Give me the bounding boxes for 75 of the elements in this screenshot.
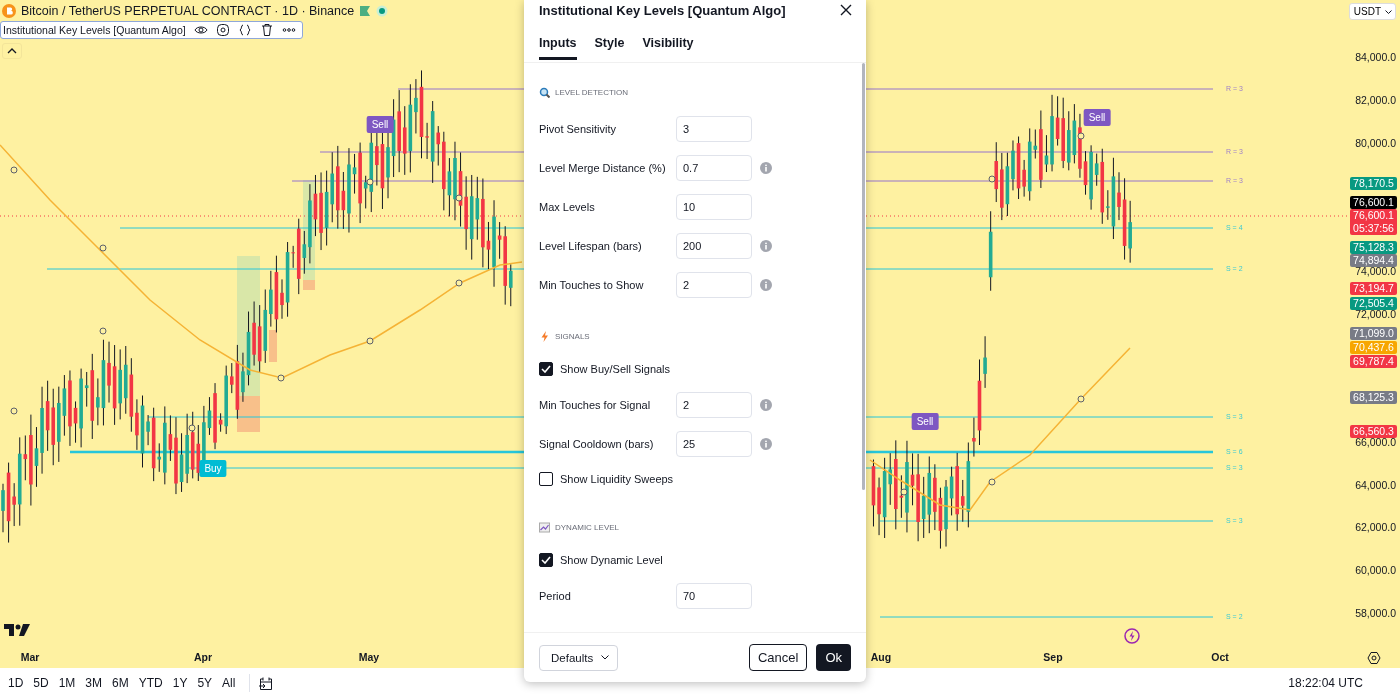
- tab[interactable]: Style: [594, 26, 625, 60]
- price-tag: 76,600.1: [1350, 196, 1397, 209]
- number-input[interactable]: 200: [676, 232, 752, 259]
- range-button[interactable]: 6M: [108, 676, 133, 690]
- checkbox-label: Show Buy/Sell Signals: [560, 363, 671, 375]
- range-button[interactable]: 1Y: [168, 676, 192, 690]
- number-input[interactable]: 2: [676, 271, 752, 298]
- range-button[interactable]: 5Y: [193, 676, 217, 690]
- price-label: 66,000.0: [1355, 436, 1396, 448]
- price-label: 58,000.0: [1355, 607, 1396, 619]
- section-title: DYNAMIC LEVEL: [555, 522, 620, 532]
- date-label: Mar: [20, 651, 40, 663]
- number-input[interactable]: 3: [676, 115, 752, 142]
- buy-signal-label: Buy: [199, 460, 227, 477]
- price-tag: 72,505.4: [1350, 297, 1397, 310]
- number-input[interactable]: 25: [676, 430, 752, 457]
- checkbox-label: Show Dynamic Level: [560, 554, 663, 566]
- sell-signal-label: Sell: [366, 116, 394, 133]
- range-button[interactable]: 1M: [54, 676, 80, 690]
- range-button[interactable]: 1D: [4, 676, 28, 690]
- currency-dropdown[interactable]: USDT: [1348, 3, 1396, 20]
- price-label: 82,000.0: [1355, 94, 1396, 106]
- price-label: 84,000.0: [1355, 51, 1396, 63]
- date-label: Aug: [870, 651, 892, 663]
- sell-signal-label: Sell: [911, 413, 939, 430]
- price-tag: 70,437.6: [1350, 341, 1397, 354]
- price-label: 80,000.0: [1355, 137, 1396, 149]
- date-label: Sep: [1043, 651, 1063, 663]
- price-label: 74,000.0: [1355, 265, 1396, 277]
- number-input[interactable]: 10: [676, 193, 752, 220]
- number-input[interactable]: 70: [676, 582, 752, 609]
- sell-signal-label: Sell: [1083, 109, 1111, 126]
- price-tag: 73,194.7: [1350, 282, 1397, 295]
- field-label: Pivot Sensitivity: [539, 122, 618, 135]
- field-label: Min Touches to Show: [539, 278, 645, 291]
- price-tag: 66,560.3: [1350, 425, 1397, 438]
- field-label: Max Levels: [539, 200, 596, 213]
- section-title: SIGNALS: [555, 331, 590, 341]
- cancel-button[interactable]: Cancel: [748, 644, 808, 671]
- price-tag: 71,099.0: [1350, 327, 1397, 340]
- price-value: 76,600.1: [1353, 209, 1394, 221]
- price-label: 64,000.0: [1355, 479, 1396, 491]
- defaults-dropdown[interactable]: Defaults: [539, 644, 619, 671]
- number-input[interactable]: 2: [676, 391, 752, 418]
- checkbox-label: Show Liquidity Sweeps: [560, 473, 674, 485]
- range-button[interactable]: All: [218, 676, 240, 690]
- price-tag: 68,125.3: [1350, 391, 1397, 404]
- field-label: Level Lifespan (bars): [539, 239, 643, 252]
- indicator-name: Institutional Key Levels [Quantum Algo]: [3, 24, 186, 36]
- field-label: Level Merge Distance (%): [539, 161, 667, 174]
- range-button[interactable]: 3M: [81, 676, 107, 690]
- field-label: Period: [539, 589, 572, 602]
- field-label: Min Touches for Signal: [539, 398, 652, 411]
- tab[interactable]: Visibility: [642, 26, 694, 60]
- number-input[interactable]: 0.7: [676, 154, 752, 181]
- date-label: Apr: [193, 651, 213, 663]
- price-tag: 74,894.4: [1350, 254, 1397, 267]
- price-tag: 69,787.4: [1350, 355, 1397, 368]
- range-button[interactable]: YTD: [134, 676, 167, 690]
- clock-time: 18:22:04 UTC: [1288, 676, 1363, 690]
- price-label: 60,000.0: [1355, 564, 1396, 576]
- section-title: LEVEL DETECTION: [555, 87, 629, 97]
- price-label: 62,000.0: [1355, 521, 1396, 533]
- date-label: May: [358, 651, 380, 663]
- symbol-title: Bitcoin / TetherUS PERPETUAL CONTRACT · 1D · Binance: [21, 4, 355, 18]
- date-label: Oct: [1211, 651, 1229, 663]
- countdown-label: 05:37:56: [1352, 222, 1395, 235]
- price-label: 72,000.0: [1355, 308, 1396, 320]
- ok-button[interactable]: Ok: [816, 644, 851, 671]
- dialog-title: Institutional Key Levels [Quantum Algo]: [539, 2, 786, 18]
- price-tag: 78,170.5: [1350, 177, 1397, 190]
- range-button[interactable]: 5D: [29, 676, 53, 690]
- price-tag: 75,128.3: [1350, 241, 1397, 254]
- field-label: Signal Cooldown (bars): [539, 437, 655, 450]
- tab[interactable]: Inputs: [539, 26, 577, 60]
